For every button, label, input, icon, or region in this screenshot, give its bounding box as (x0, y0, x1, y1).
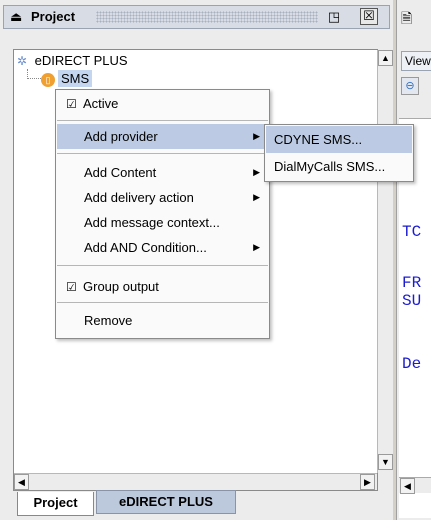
submenu-arrow-icon: ▶ (253, 167, 260, 177)
checkbox-checked-icon: ☑ (66, 97, 77, 111)
tree-node-sms[interactable]: ▯ SMS (41, 70, 93, 87)
menu-item-label: Add delivery action (84, 190, 194, 205)
scroll-down-button[interactable]: ▼ (378, 454, 393, 470)
submenu-item-dialmycalls-sms[interactable]: DialMyCalls SMS... (266, 153, 412, 180)
submenu-arrow-icon: ▶ (253, 131, 260, 141)
editor-horizontal-scrollbar[interactable]: ◀ (399, 477, 431, 494)
code-line: TC (402, 223, 422, 241)
menu-separator (57, 265, 268, 266)
tree-node-label: SMS (58, 70, 93, 87)
menu-item-label: Add AND Condition... (84, 240, 207, 255)
close-panel-button[interactable]: ☒ (360, 8, 378, 25)
panel-title: Project (31, 9, 76, 24)
float-panel-button[interactable]: ◳ (325, 9, 343, 25)
checkbox-checked-icon: ☑ (66, 280, 77, 294)
menu-item-remove[interactable]: Remove (57, 308, 268, 333)
menu-item-label: Remove (84, 313, 133, 328)
sms-node-icon: ▯ (41, 72, 55, 87)
menu-item-label: Add Content (84, 165, 157, 180)
menu-item-label: Active (83, 96, 119, 111)
editor-panel: 🗎 View ⊖ TC FR SU De ◀ (396, 0, 431, 520)
tree-horizontal-scrollbar[interactable]: ◀ ▶ (14, 473, 377, 490)
submenu-arrow-icon: ▶ (253, 242, 260, 252)
menu-separator (57, 302, 268, 303)
menu-item-label: Add message context... (84, 215, 220, 230)
scroll-up-button[interactable]: ▲ (378, 50, 393, 66)
menu-item-add-provider[interactable]: Add provider ▶ (57, 124, 268, 149)
menu-item-add-and-condition[interactable]: Add AND Condition... ▶ (57, 235, 268, 260)
add-provider-submenu: CDYNE SMS... DialMyCalls SMS... (264, 124, 414, 182)
gear-network-icon: ✲ (17, 54, 28, 68)
code-line: SU (402, 292, 422, 310)
tree-connector (27, 78, 41, 79)
menu-separator (57, 153, 268, 154)
scroll-left-button[interactable]: ◀ (14, 474, 29, 490)
menu-item-add-delivery-action[interactable]: Add delivery action ▶ (57, 185, 268, 210)
submenu-arrow-icon: ▶ (253, 192, 260, 202)
tree-node-edirect-plus[interactable]: ✲ eDIRECT PLUS (17, 52, 128, 69)
menu-item-label: Add provider (84, 129, 158, 144)
titlebar-grip (96, 11, 318, 23)
panel-titlebar[interactable]: ⏏ Project ◳ ☒ (3, 5, 390, 29)
view-menu-button[interactable]: View (401, 51, 431, 71)
menu-item-label: Group output (83, 279, 159, 294)
printer-icon: ⏏ (10, 9, 23, 24)
zoom-icon[interactable]: ⊖ (401, 77, 419, 95)
tree-node-label: eDIRECT PLUS (34, 53, 128, 68)
tab-project[interactable]: Project (17, 492, 94, 516)
context-menu: ☑ Active Add provider ▶ Add Content ▶ Add… (55, 89, 270, 339)
scroll-left-button[interactable]: ◀ (400, 478, 415, 494)
document-icon: 🗎 (401, 10, 413, 26)
scroll-right-button[interactable]: ▶ (360, 474, 375, 490)
menu-item-active[interactable]: ☑ Active (57, 91, 268, 116)
menu-separator (57, 120, 268, 121)
tab-edirect-plus[interactable]: eDIRECT PLUS (96, 490, 236, 514)
menu-item-add-message-context[interactable]: Add message context... (57, 210, 268, 235)
menu-item-add-content[interactable]: Add Content ▶ (57, 160, 268, 185)
menu-item-group-output[interactable]: ☑ Group output (57, 274, 268, 299)
tree-vertical-scrollbar[interactable]: ▲ ▼ (377, 50, 393, 473)
submenu-item-cdyne-sms[interactable]: CDYNE SMS... (266, 126, 412, 153)
code-line: De (402, 355, 422, 373)
code-line: FR (402, 274, 422, 292)
